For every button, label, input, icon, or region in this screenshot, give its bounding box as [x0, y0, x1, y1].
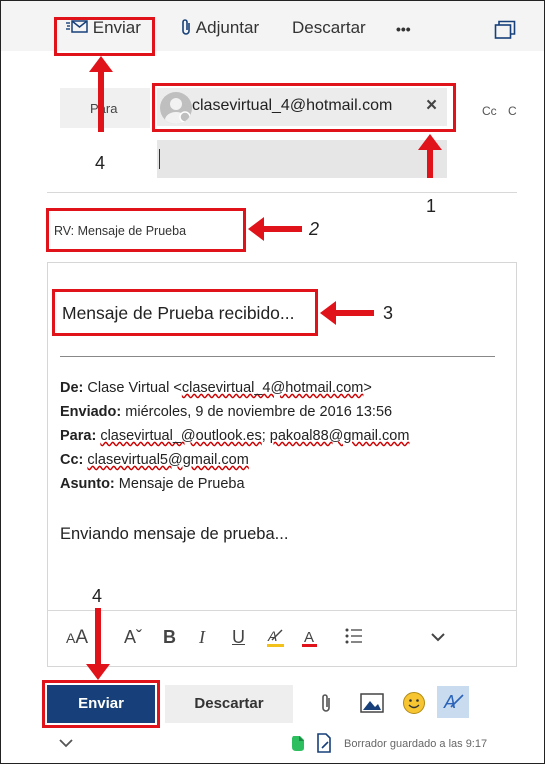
from-close: >	[363, 380, 372, 396]
arrow-4-top-shaft	[98, 68, 104, 132]
format-divider	[47, 610, 517, 611]
highlight-box-send-bottom	[42, 680, 160, 728]
callout-number-4-bottom: 4	[92, 586, 103, 606]
evernote-button[interactable]	[290, 734, 306, 757]
from-name: Clase Virtual <	[87, 380, 182, 396]
to-value-2: pakoal88@gmail.com	[269, 428, 410, 444]
evernote-icon	[290, 736, 306, 756]
to-separator: ;	[261, 428, 270, 444]
toolbar-more-button[interactable]: •••	[396, 21, 411, 37]
from-label: De:	[60, 380, 84, 396]
from-email: clasevirtual_4@hotmail.com	[181, 380, 364, 396]
additional-recipient-input[interactable]	[157, 140, 447, 178]
highlight-color-button[interactable]: A	[266, 627, 286, 654]
forward-subject-line: Asunto: Mensaje de Prueba	[60, 476, 245, 492]
arrow-3-shaft	[334, 310, 374, 316]
forward-from-line: De: Clase Virtual <clasevirtual_4@hotmai…	[60, 380, 372, 396]
font-color-icon: A	[301, 629, 319, 653]
subject-header-value: Mensaje de Prueba	[118, 476, 245, 492]
highlight-box-recipient	[152, 83, 456, 132]
paperclip-icon	[180, 18, 192, 38]
cc-value: clasevirtual5@gmail.com	[87, 452, 249, 468]
toolbar-discard-button[interactable]: Descartar	[292, 18, 366, 38]
highlight-box-subject	[46, 208, 246, 252]
callout-number-3: 3	[383, 303, 394, 323]
arrow-3-head	[320, 301, 336, 325]
more-format-button[interactable]	[430, 627, 446, 648]
arrow-2-shaft	[262, 226, 302, 232]
forward-to-line: Para: clasevirtual_@outlook.es; pakoal88…	[60, 428, 409, 444]
more-icon: •••	[396, 21, 411, 37]
to-header-label: Para:	[60, 428, 97, 444]
highlight-box-send-top	[54, 17, 155, 56]
callout-number-1: 1	[426, 196, 437, 216]
svg-text:A: A	[304, 629, 314, 646]
popout-button[interactable]	[494, 20, 516, 45]
grow-font-icon: Aˇ	[124, 627, 142, 647]
bold-icon: B	[163, 627, 176, 647]
forward-body-text: Enviando mensaje de prueba...	[60, 525, 289, 543]
sent-value: miércoles, 9 de noviembre de 2016 13:56	[125, 404, 393, 420]
insert-picture-button[interactable]	[360, 692, 384, 719]
attach-button[interactable]	[320, 692, 332, 719]
bullets-button[interactable]	[345, 627, 363, 650]
arrow-2-head	[248, 217, 264, 241]
smiley-icon	[402, 692, 426, 719]
toolbar-attach-label: Adjuntar	[195, 18, 260, 37]
text-cursor	[159, 149, 160, 169]
highlighter-icon: A	[266, 628, 286, 653]
sent-label: Enviado:	[60, 404, 122, 420]
forward-cc-line: Cc: clasevirtual5@gmail.com	[60, 452, 249, 468]
to-field-button[interactable]: Para	[60, 88, 150, 128]
italic-button[interactable]: I	[199, 627, 205, 648]
subject-header-label: Asunto:	[60, 476, 115, 492]
toolbar-discard-label: Descartar	[292, 18, 366, 37]
bcc-link[interactable]: C	[508, 104, 517, 118]
arrow-1-head	[418, 134, 442, 150]
draft-status: Borrador guardado a las 9:17	[344, 738, 488, 750]
chevron-down-icon	[58, 736, 74, 753]
font-color-button[interactable]: A	[301, 627, 319, 654]
underline-icon: U	[232, 627, 245, 647]
arrow-1-shaft	[427, 148, 433, 178]
discard-button[interactable]: Descartar	[165, 685, 293, 723]
forward-sent-line: Enviado: miércoles, 9 de noviembre de 20…	[60, 404, 392, 420]
arrow-4-bottom-shaft	[95, 608, 101, 668]
divider-recipients	[47, 192, 517, 193]
arrow-4-bottom-head	[86, 664, 110, 680]
chevron-down-icon	[430, 627, 446, 647]
draft-button[interactable]	[316, 733, 332, 758]
forward-divider	[60, 356, 495, 357]
emoji-button[interactable]	[402, 691, 426, 720]
picture-icon	[360, 693, 384, 718]
bullet-list-icon	[345, 628, 363, 649]
font-size-icon: AA	[66, 627, 89, 648]
format-pen-icon: A	[443, 691, 465, 718]
cc-header-label: Cc:	[60, 452, 84, 468]
highlight-box-body	[52, 289, 318, 336]
svg-text:A: A	[443, 692, 456, 712]
arrow-4-top-head	[89, 56, 113, 72]
paperclip-icon	[320, 694, 332, 718]
font-size-button[interactable]: AA	[66, 627, 88, 649]
draft-document-icon	[316, 733, 332, 757]
format-options-button[interactable]: A	[437, 686, 469, 718]
popout-window-icon	[494, 20, 516, 45]
toolbar-attach-button[interactable]: Adjuntar	[180, 18, 259, 38]
cc-link[interactable]: Cc	[482, 104, 497, 118]
grow-font-button[interactable]: Aˇ	[124, 627, 142, 648]
bold-button[interactable]: B	[163, 627, 176, 648]
callout-number-4-top: 4	[95, 153, 106, 173]
expand-options-button[interactable]	[58, 736, 74, 754]
italic-icon: I	[199, 627, 205, 647]
callout-number-2: 2	[309, 219, 320, 239]
to-value-1: clasevirtual_@outlook.es	[100, 428, 262, 444]
underline-button[interactable]: U	[232, 627, 245, 648]
